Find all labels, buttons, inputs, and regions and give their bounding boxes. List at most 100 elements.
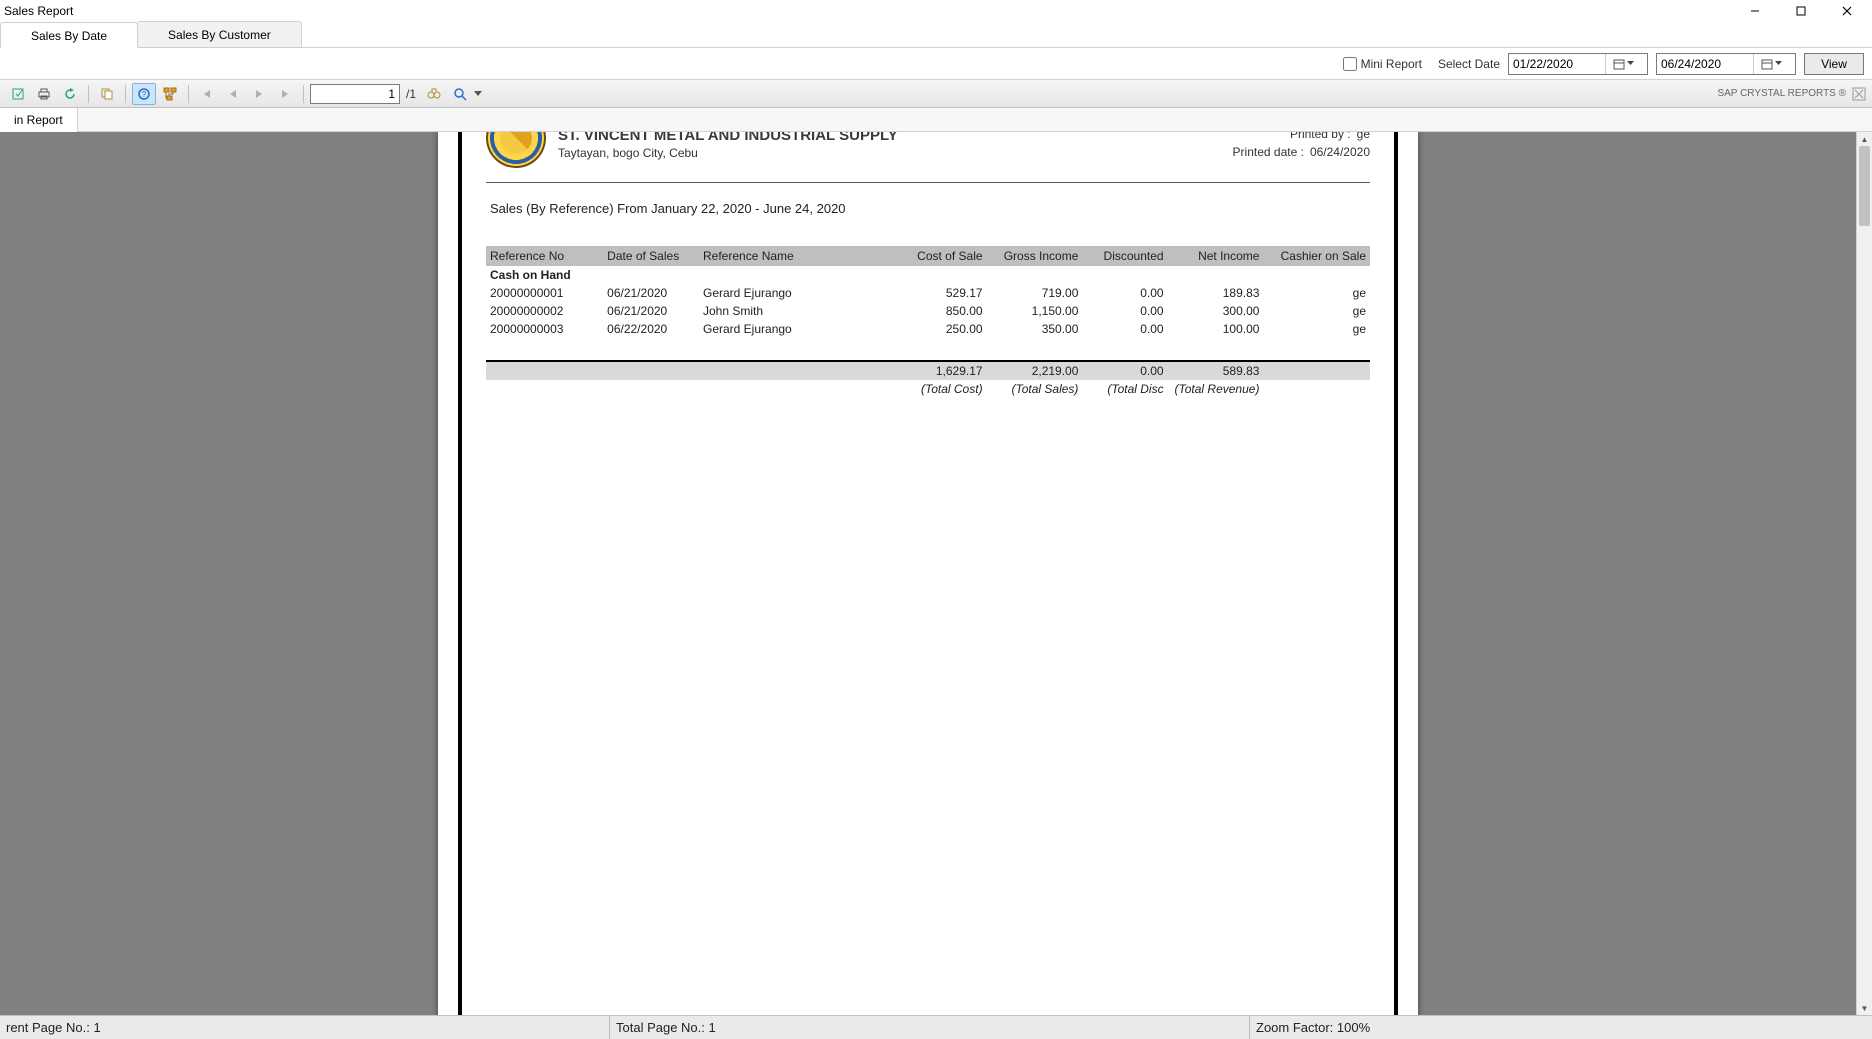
- copy-icon: [100, 87, 114, 101]
- prev-page-button[interactable]: [221, 83, 245, 105]
- cell-ref: 20000000002: [486, 302, 603, 320]
- report-toolbar: ? /1 SAP CRYSTAL REPORTS ®: [0, 80, 1872, 108]
- date-from-field[interactable]: [1508, 53, 1648, 75]
- printer-icon: [37, 87, 51, 101]
- cell-gross: 350.00: [987, 320, 1083, 338]
- cell-cashier: ge: [1263, 284, 1370, 302]
- prev-icon: [228, 88, 238, 100]
- totals-row: 1,629.17 2,219.00 0.00 589.83: [486, 362, 1370, 380]
- print-button[interactable]: [32, 83, 56, 105]
- total-net-label: (Total Revenue): [1168, 380, 1264, 398]
- mini-report-label: Mini Report: [1361, 57, 1422, 71]
- page-number-input[interactable]: [310, 84, 400, 104]
- last-page-button[interactable]: [273, 83, 297, 105]
- toolbar-separator: [88, 85, 89, 103]
- view-button[interactable]: View: [1804, 53, 1864, 75]
- window-title: Sales Report: [4, 4, 73, 18]
- date-from-picker-button[interactable]: [1605, 54, 1641, 74]
- report-viewer: ST. VINCENT METAL AND INDUSTRIAL SUPPLY …: [0, 132, 1872, 1015]
- scroll-up-icon[interactable]: ▲: [1857, 132, 1872, 146]
- col-gross: Gross Income: [987, 246, 1083, 266]
- tab-sales-by-customer[interactable]: Sales By Customer: [137, 21, 302, 47]
- calendar-icon: [1761, 58, 1773, 70]
- toolbar-brand: SAP CRYSTAL REPORTS ®: [1717, 87, 1866, 101]
- close-button[interactable]: [1824, 0, 1870, 22]
- report-range: Sales (By Reference) From January 22, 20…: [490, 201, 1370, 216]
- zoom-button[interactable]: [448, 83, 472, 105]
- toolbar-separator: [303, 85, 304, 103]
- date-to-picker-button[interactable]: [1753, 54, 1789, 74]
- select-date-label: Select Date: [1438, 57, 1500, 71]
- company-name: ST. VINCENT METAL AND INDUSTRIAL SUPPLY: [558, 132, 898, 144]
- first-page-button[interactable]: [195, 83, 219, 105]
- chevron-down-icon[interactable]: [474, 91, 482, 97]
- status-zoom: Zoom Factor: 100%: [1250, 1016, 1872, 1039]
- toggle-group-tree-button[interactable]: [158, 83, 182, 105]
- mini-report-checkbox[interactable]: [1343, 57, 1357, 71]
- find-button[interactable]: [422, 83, 446, 105]
- binoculars-icon: [427, 87, 441, 101]
- company-address: Taytayan, bogo City, Cebu: [558, 146, 898, 160]
- col-cost: Cost of Sale: [891, 246, 987, 266]
- last-icon: [279, 88, 291, 100]
- total-gross-label: (Total Sales): [987, 380, 1083, 398]
- status-total-page: Total Page No.: 1: [610, 1016, 1250, 1039]
- date-from-input[interactable]: [1509, 54, 1605, 74]
- printed-by-label: Printed by :: [1290, 132, 1351, 141]
- table-row: 20000000001 06/21/2020 Gerard Ejurango 5…: [486, 284, 1370, 302]
- col-cashier: Cashier on Sale: [1263, 246, 1370, 266]
- minimize-button[interactable]: [1732, 0, 1778, 22]
- report-page-inner: ST. VINCENT METAL AND INDUSTRIAL SUPPLY …: [458, 132, 1398, 1015]
- vertical-scrollbar[interactable]: ▲ ▼: [1856, 132, 1872, 1015]
- maximize-button[interactable]: [1778, 0, 1824, 22]
- cell-cashier: ge: [1263, 320, 1370, 338]
- status-bar: rent Page No.: 1 Total Page No.: 1 Zoom …: [0, 1015, 1872, 1039]
- cell-name: John Smith: [699, 302, 891, 320]
- refresh-icon: [63, 87, 77, 101]
- svg-text:?: ?: [142, 90, 147, 99]
- report-page: ST. VINCENT METAL AND INDUSTRIAL SUPPLY …: [438, 132, 1418, 1015]
- main-tabstrip: Sales By Date Sales By Customer: [0, 22, 1872, 48]
- close-panel-icon[interactable]: [1852, 87, 1866, 101]
- tab-sales-by-date[interactable]: Sales By Date: [0, 22, 138, 48]
- total-disc-label: (Total Disc: [1082, 380, 1167, 398]
- parameter-icon: ?: [137, 87, 151, 101]
- date-to-input[interactable]: [1657, 54, 1753, 74]
- table-row: 20000000003 06/22/2020 Gerard Ejurango 2…: [486, 320, 1370, 338]
- refresh-button[interactable]: [58, 83, 82, 105]
- date-to-field[interactable]: [1656, 53, 1796, 75]
- brand-text: SAP CRYSTAL REPORTS ®: [1717, 88, 1846, 99]
- printed-date-value: 06/24/2020: [1310, 145, 1370, 159]
- title-bar: Sales Report: [0, 0, 1872, 22]
- export-icon: [11, 87, 25, 101]
- export-button[interactable]: [6, 83, 30, 105]
- printed-by-value: ge: [1357, 132, 1370, 141]
- status-current-page: rent Page No.: 1: [0, 1016, 610, 1039]
- cell-gross: 1,150.00: [987, 302, 1083, 320]
- toggle-parameter-panel-button[interactable]: ?: [132, 83, 156, 105]
- scroll-thumb[interactable]: [1859, 146, 1870, 226]
- copy-button[interactable]: [95, 83, 119, 105]
- cell-cashier: ge: [1263, 302, 1370, 320]
- cell-net: 189.83: [1168, 284, 1264, 302]
- table-header: Reference No Date of Sales Reference Nam…: [486, 246, 1370, 266]
- print-meta: Printed by :ge Printed date :06/24/2020: [1233, 132, 1370, 163]
- subtab-strip: in Report: [0, 108, 1872, 132]
- minimize-icon: [1750, 6, 1760, 16]
- main-report-tab[interactable]: in Report: [0, 108, 78, 132]
- page-total-label: /1: [402, 87, 420, 101]
- filter-bar: Mini Report Select Date View: [0, 48, 1872, 80]
- mini-report-wrap[interactable]: Mini Report: [1343, 57, 1422, 71]
- viewer-canvas[interactable]: ST. VINCENT METAL AND INDUSTRIAL SUPPLY …: [0, 132, 1856, 1015]
- company-block: ST. VINCENT METAL AND INDUSTRIAL SUPPLY …: [558, 132, 898, 160]
- company-logo: [486, 132, 546, 170]
- toolbar-separator: [188, 85, 189, 103]
- totals-labels-row: (Total Cost) (Total Sales) (Total Disc (…: [486, 380, 1370, 398]
- totals-table: 1,629.17 2,219.00 0.00 589.83 (Total Cos…: [486, 362, 1370, 398]
- header-rule: [486, 182, 1370, 183]
- tree-icon: [163, 87, 177, 101]
- scroll-down-icon[interactable]: ▼: [1857, 1001, 1872, 1015]
- chevron-down-icon: [1775, 61, 1782, 66]
- chevron-down-icon: [1627, 61, 1634, 66]
- next-page-button[interactable]: [247, 83, 271, 105]
